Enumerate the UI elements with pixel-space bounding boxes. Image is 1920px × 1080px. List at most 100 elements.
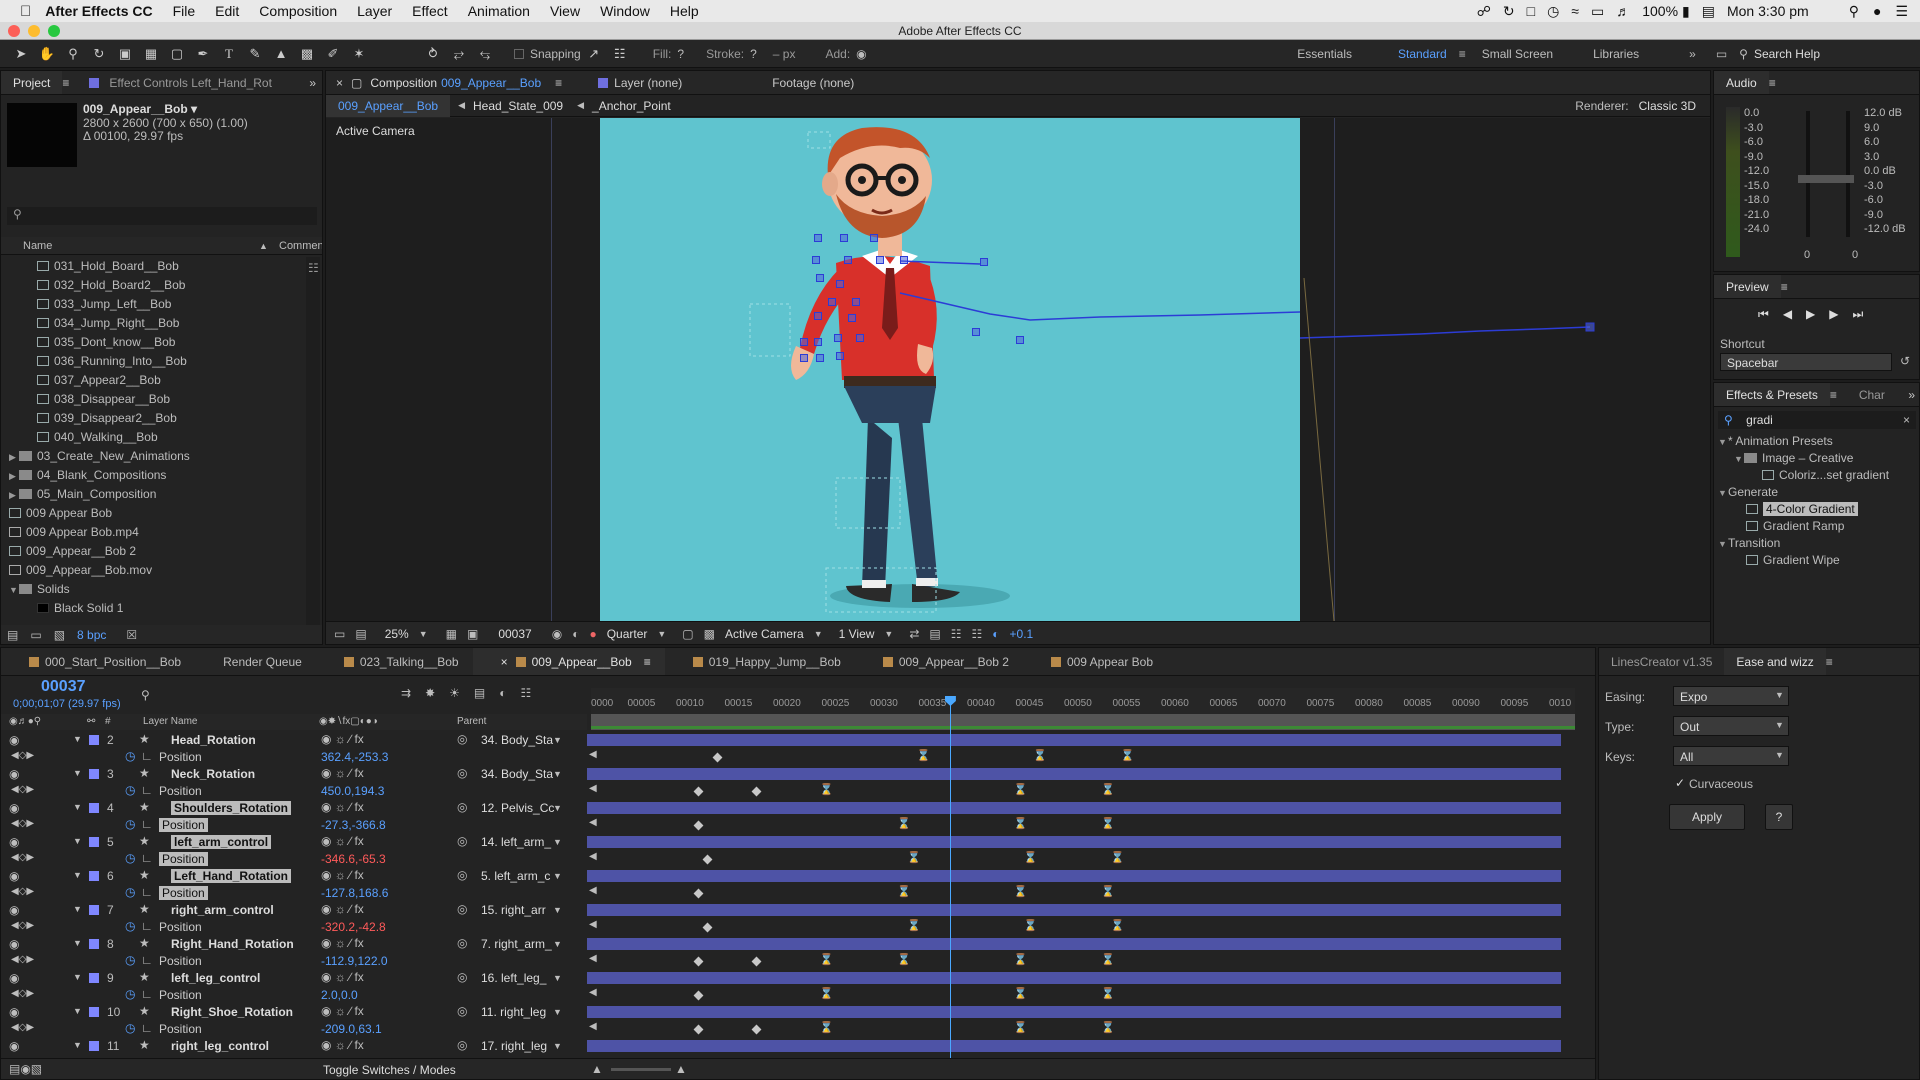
- keyframe-navigator-icon[interactable]: ◀◇▶: [11, 920, 34, 931]
- comp-viewer[interactable]: Active Camera: [326, 118, 1710, 621]
- keyframe-navigator-icon[interactable]: ◀◇▶: [11, 784, 34, 795]
- timeline-search-icon[interactable]: ⚲: [141, 688, 150, 702]
- ease-keyframe[interactable]: ⌛: [820, 1023, 834, 1034]
- search-help-icon[interactable]: ⚲: [1739, 47, 1748, 61]
- layer-row[interactable]: ◉ ▼ 7 ★ right_arm_control ◉ ☼ ∕ fx ◎ 15. right_…: [1, 902, 1561, 919]
- close-tab-icon[interactable]: ×: [501, 655, 508, 669]
- current-frame[interactable]: 00037: [498, 627, 531, 641]
- tab-audio[interactable]: Audio: [1714, 71, 1769, 94]
- shy-layers-icon[interactable]: ☀: [449, 686, 460, 700]
- clear-search-icon[interactable]: ×: [1903, 411, 1910, 429]
- airplay-icon[interactable]: ▭: [1591, 3, 1604, 20]
- menu-help[interactable]: Help: [670, 3, 699, 19]
- keyframe-navigator-icon[interactable]: ◀◇▶: [11, 954, 34, 965]
- snap-features-icon[interactable]: ☷: [609, 44, 631, 64]
- layer-switches-icon[interactable]: ◉ ☼ ∕ fx: [321, 868, 364, 882]
- effects-tree-item[interactable]: Gradient Wipe: [1718, 552, 1916, 569]
- layer-duration-bar[interactable]: [587, 1006, 1561, 1018]
- color-channels-icon[interactable]: ●: [589, 627, 596, 641]
- ease-keyframe[interactable]: ⌛: [1121, 751, 1135, 762]
- ease-keyframe[interactable]: ⌛: [820, 955, 834, 966]
- position-value[interactable]: -127.8,168.6: [321, 886, 388, 900]
- column-comment[interactable]: Comment: [279, 237, 322, 255]
- layer-handle[interactable]: [848, 314, 856, 322]
- comp-menu-icon[interactable]: ≡: [555, 76, 562, 90]
- creative-cloud-icon[interactable]: ☍: [1477, 3, 1491, 20]
- project-list-item[interactable]: 036_Running_Into__Bob: [1, 352, 306, 371]
- spotlight-icon[interactable]: ⚲: [1849, 3, 1859, 20]
- clock[interactable]: Mon 3:30 pm: [1727, 3, 1809, 19]
- keyframe[interactable]: [702, 854, 713, 865]
- layer-duration-bar[interactable]: [587, 802, 1561, 814]
- disclosure-open-icon[interactable]: ▼: [9, 581, 19, 599]
- layer-name[interactable]: Shoulders_Rotation: [171, 801, 292, 815]
- apply-button[interactable]: Apply: [1669, 804, 1745, 830]
- project-list-item[interactable]: 033_Jump_Left__Bob: [1, 295, 306, 314]
- ease-keyframe[interactable]: ⌛: [1101, 819, 1115, 830]
- audio-slider-right[interactable]: [1846, 111, 1850, 237]
- keyframe[interactable]: [693, 786, 704, 797]
- disclosure-open-icon[interactable]: ▼: [1718, 434, 1728, 450]
- project-list-item[interactable]: 034_Jump_Right__Bob: [1, 314, 306, 333]
- sync-icon[interactable]: ↻: [1503, 3, 1515, 20]
- layer-name[interactable]: Right_Shoe_Rotation: [171, 1005, 293, 1019]
- app-name[interactable]: After Effects CC: [45, 3, 152, 19]
- previous-frame-icon[interactable]: ◀: [1783, 307, 1792, 322]
- stopwatch-icon[interactable]: ◷: [125, 1021, 135, 1035]
- layer-duration-bar[interactable]: [587, 870, 1561, 882]
- playhead[interactable]: [944, 696, 956, 1058]
- layer-handle[interactable]: [828, 298, 836, 306]
- exposure-icon[interactable]: ◐: [992, 627, 999, 641]
- position-property-row[interactable]: ◀◇▶ ◷ ∟ Position -346.6,-65.3 ◀ ⌛ ⌛ ⌛: [1, 851, 1298, 868]
- tab-layer[interactable]: Layer (none): [614, 76, 682, 90]
- parent-pickwhip-icon[interactable]: ◎: [457, 868, 467, 882]
- ease-keyframe[interactable]: ⌛: [1101, 1023, 1115, 1034]
- layer-handle[interactable]: [870, 234, 878, 242]
- ease-keyframe[interactable]: ⌛: [1024, 853, 1038, 864]
- rotate-tool-icon[interactable]: ↻: [88, 44, 110, 64]
- layer-name[interactable]: Left_Hand_Rotation: [171, 869, 291, 883]
- ease-keyframe[interactable]: ⌛: [1101, 989, 1115, 1000]
- ease-keyframe[interactable]: ⌛: [897, 819, 911, 830]
- layer-row[interactable]: ◉ ▼ 9 ★ left_leg_control ◉ ☼ ∕ fx ◎ 16. left_le…: [1, 970, 1561, 987]
- project-list-item[interactable]: ▼ Solids: [1, 580, 306, 599]
- hand-tool-icon[interactable]: ✋: [36, 44, 58, 64]
- parent-pickwhip-icon[interactable]: ◎: [457, 970, 467, 984]
- next-frame-icon[interactable]: ▶: [1829, 307, 1838, 322]
- timeline-tab[interactable]: 009 Appear Bob: [1023, 648, 1167, 675]
- layer-duration-bar[interactable]: [587, 938, 1561, 950]
- type-tool-icon[interactable]: T: [218, 44, 240, 64]
- layer-duration-bar[interactable]: [587, 768, 1561, 780]
- new-folder-icon[interactable]: ▭: [30, 628, 41, 642]
- layer-handle[interactable]: [814, 312, 822, 320]
- keyframe[interactable]: [751, 1024, 762, 1035]
- ease-keyframe[interactable]: ⌛: [1101, 785, 1115, 796]
- views-layout[interactable]: 1 View: [839, 627, 875, 641]
- play-icon[interactable]: ▶: [1806, 307, 1815, 322]
- timeline-tab[interactable]: 009_Appear__Bob 2: [855, 648, 1023, 675]
- ease-keyframe[interactable]: ⌛: [917, 751, 931, 762]
- parent-pickwhip-icon[interactable]: ◎: [457, 800, 467, 814]
- position-value[interactable]: -27.3,-366.8: [321, 818, 386, 832]
- time-machine-icon[interactable]: ◷: [1547, 3, 1559, 20]
- shortcut-select[interactable]: Spacebar: [1720, 353, 1892, 371]
- transparency-grid-icon[interactable]: ▩: [704, 627, 715, 641]
- ease-keyframe[interactable]: ⌛: [1014, 989, 1028, 1000]
- eraser-tool-icon[interactable]: ▩: [296, 44, 318, 64]
- layer-handle[interactable]: [980, 258, 988, 266]
- workspace-small-screen[interactable]: Small Screen: [1482, 47, 1553, 61]
- monitor-icon[interactable]: ▤: [355, 627, 366, 641]
- visibility-eye-icon[interactable]: ◉: [9, 835, 19, 849]
- interpret-footage-icon[interactable]: ▤: [7, 628, 18, 642]
- ease-keyframe[interactable]: ⌛: [1014, 819, 1028, 830]
- parent-select[interactable]: 7. right_arm_: [481, 937, 552, 951]
- expand-layer-icon[interactable]: ▼: [73, 972, 82, 982]
- layer-handle[interactable]: [812, 256, 820, 264]
- ease-keyframe[interactable]: ⌛: [1014, 887, 1028, 898]
- parent-select[interactable]: 15. right_arr: [481, 903, 546, 917]
- layer-name[interactable]: left_leg_control: [171, 971, 260, 985]
- renderer-value[interactable]: Classic 3D: [1639, 99, 1696, 113]
- stopwatch-icon[interactable]: ◷: [125, 749, 135, 763]
- tab-character[interactable]: Char: [1859, 383, 1885, 406]
- project-menu-icon[interactable]: ≡: [62, 76, 69, 90]
